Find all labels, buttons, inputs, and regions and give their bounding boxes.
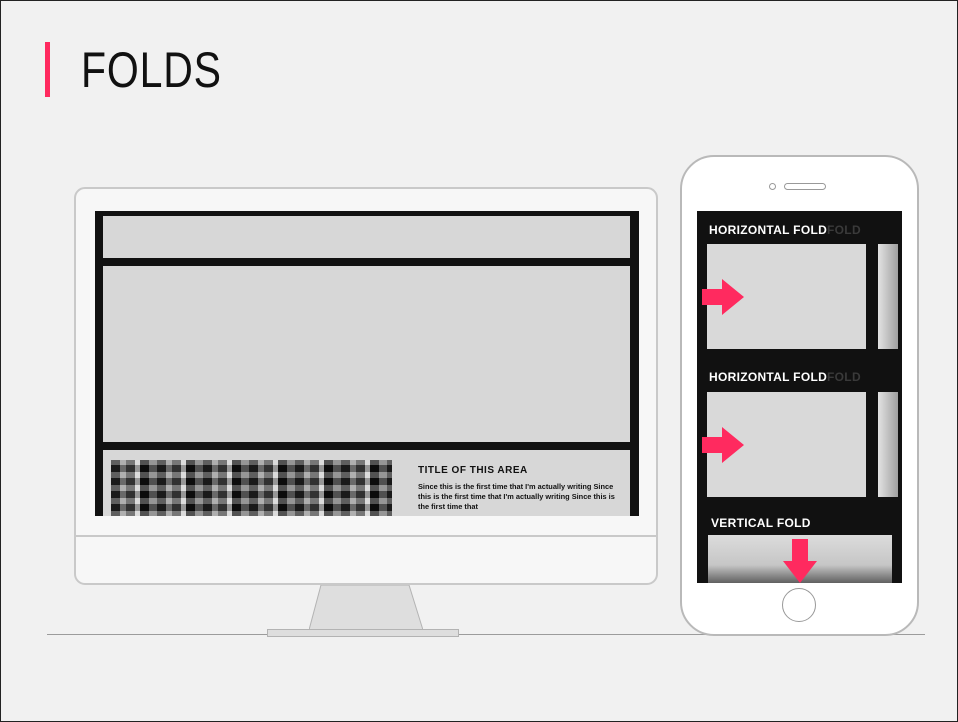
horizontal-fold-label-2: HORIZONTAL FOLDFOLD xyxy=(709,370,861,384)
fold-label-text: HORIZONTAL FOLD xyxy=(709,223,828,237)
fold-label-text: HORIZONTAL FOLD xyxy=(709,370,828,384)
horizontal-fold-peek-1 xyxy=(878,244,898,349)
crowd-photo xyxy=(111,460,392,516)
arrow-down-icon xyxy=(783,539,817,583)
arrow-right-icon xyxy=(702,279,744,315)
page-title: FOLDS xyxy=(81,42,222,98)
area-title: TITLE OF THIS AREA xyxy=(418,465,528,476)
hero-block xyxy=(103,266,630,442)
monitor-base xyxy=(267,629,459,637)
horizontal-fold-peek-2 xyxy=(878,392,898,497)
monitor-chin-divider xyxy=(74,535,658,537)
camera-dot xyxy=(769,183,776,190)
horizontal-fold-label-1: HORIZONTAL FOLDFOLD xyxy=(709,223,861,237)
fold-ghost-text: FOLD xyxy=(827,370,861,384)
phone-screen: HORIZONTAL FOLDFOLD HORIZONTAL FOLDFOLD … xyxy=(697,211,902,583)
speaker-slot xyxy=(784,183,826,190)
desktop-screen: TITLE OF THIS AREA Since this is the fir… xyxy=(95,211,639,516)
arrow-right-icon xyxy=(702,427,744,463)
header-block xyxy=(103,216,630,258)
vertical-fold-label: VERTICAL FOLD xyxy=(711,516,811,530)
monitor-stand xyxy=(309,585,423,630)
title-accent-bar xyxy=(45,42,50,97)
area-body-text: Since this is the first time that I'm ac… xyxy=(418,482,615,511)
fold-ghost-text: FOLD xyxy=(827,223,861,237)
slide: FOLDS TITLE OF THIS AREA Since this is t… xyxy=(0,0,958,722)
home-button xyxy=(782,588,816,622)
